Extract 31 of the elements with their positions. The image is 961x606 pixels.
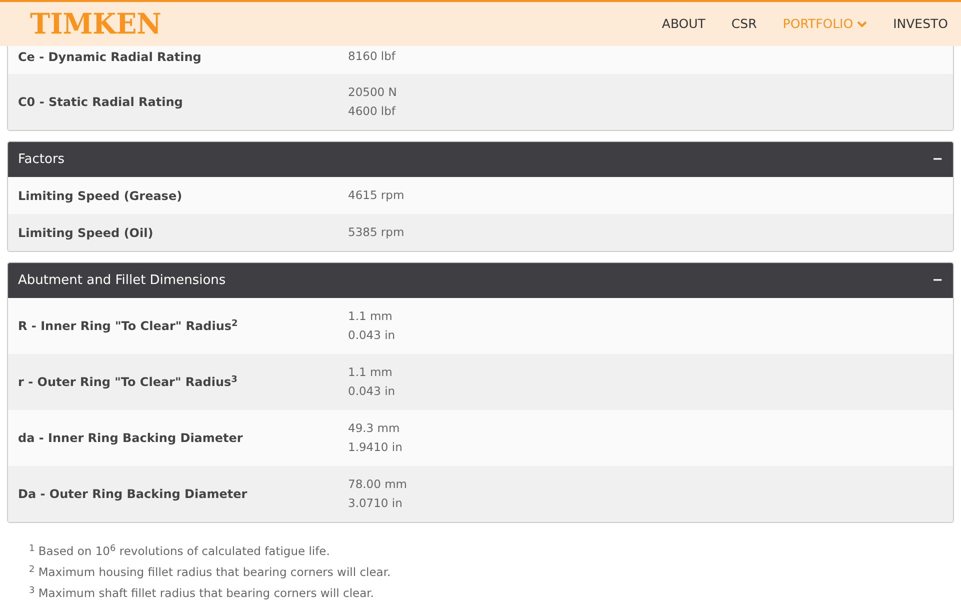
section-title: Factors: [18, 150, 65, 169]
spec-value: 3.0710 in: [348, 495, 404, 512]
footnote: $^{3}$ Maximum shaft fillet radius that bearing corners will clear.: [29, 584, 375, 602]
spec-label: r - Outer Ring "To Clear" Radius$^{3}$: [18, 374, 238, 391]
nav-link[interactable]: CSR: [718, 14, 770, 34]
spec-value: 8160 lbf: [348, 48, 396, 65]
collapse-toggle[interactable]: −: [932, 270, 943, 290]
spec-label: Da - Outer Ring Backing Diameter: [18, 486, 248, 503]
spec-value: 5385 rpm: [348, 224, 404, 241]
spec-label: Ce - Dynamic Radial Rating: [18, 49, 202, 66]
spec-value: 20500 N: [348, 84, 397, 101]
nav-link[interactable]: ABOUT: [648, 14, 718, 34]
spec-value: 0.043 in: [348, 327, 396, 344]
spec-value: 1.1 mm: [348, 364, 394, 381]
footnote: $^{1}$ Based on 10$^{6}$ revolutions of calculated fatigue life.: [29, 542, 331, 560]
spec-value: 49.3 mm: [348, 420, 401, 437]
footnote: $^{2}$ Maximum housing fillet radius that bearing corners will clear.: [29, 564, 392, 581]
spec-label: C0 - Static Radial Rating: [18, 94, 184, 111]
section-title: Abutment and Fillet Dimensions: [18, 272, 226, 290]
spec-value: 78.00 mm: [348, 476, 407, 493]
spec-label: da - Inner Ring Backing Diameter: [18, 430, 244, 447]
spec-value: 1.1 mm: [348, 308, 394, 325]
collapse-toggle[interactable]: −: [932, 150, 943, 170]
spec-label: Limiting Speed (Oil): [18, 224, 154, 242]
spec-label: Limiting Speed (Grease): [18, 188, 184, 204]
spec-label: R - Inner Ring "To Clear" Radius$^{2}$: [18, 318, 239, 335]
spec-value: 0.043 in: [348, 383, 396, 400]
nav-link[interactable]: INVESTO: [880, 14, 961, 34]
spec-value: 4615 rpm: [348, 187, 404, 204]
spec-value: 1.9410 in: [348, 439, 402, 456]
spec-value: 4600 lbf: [348, 103, 397, 120]
